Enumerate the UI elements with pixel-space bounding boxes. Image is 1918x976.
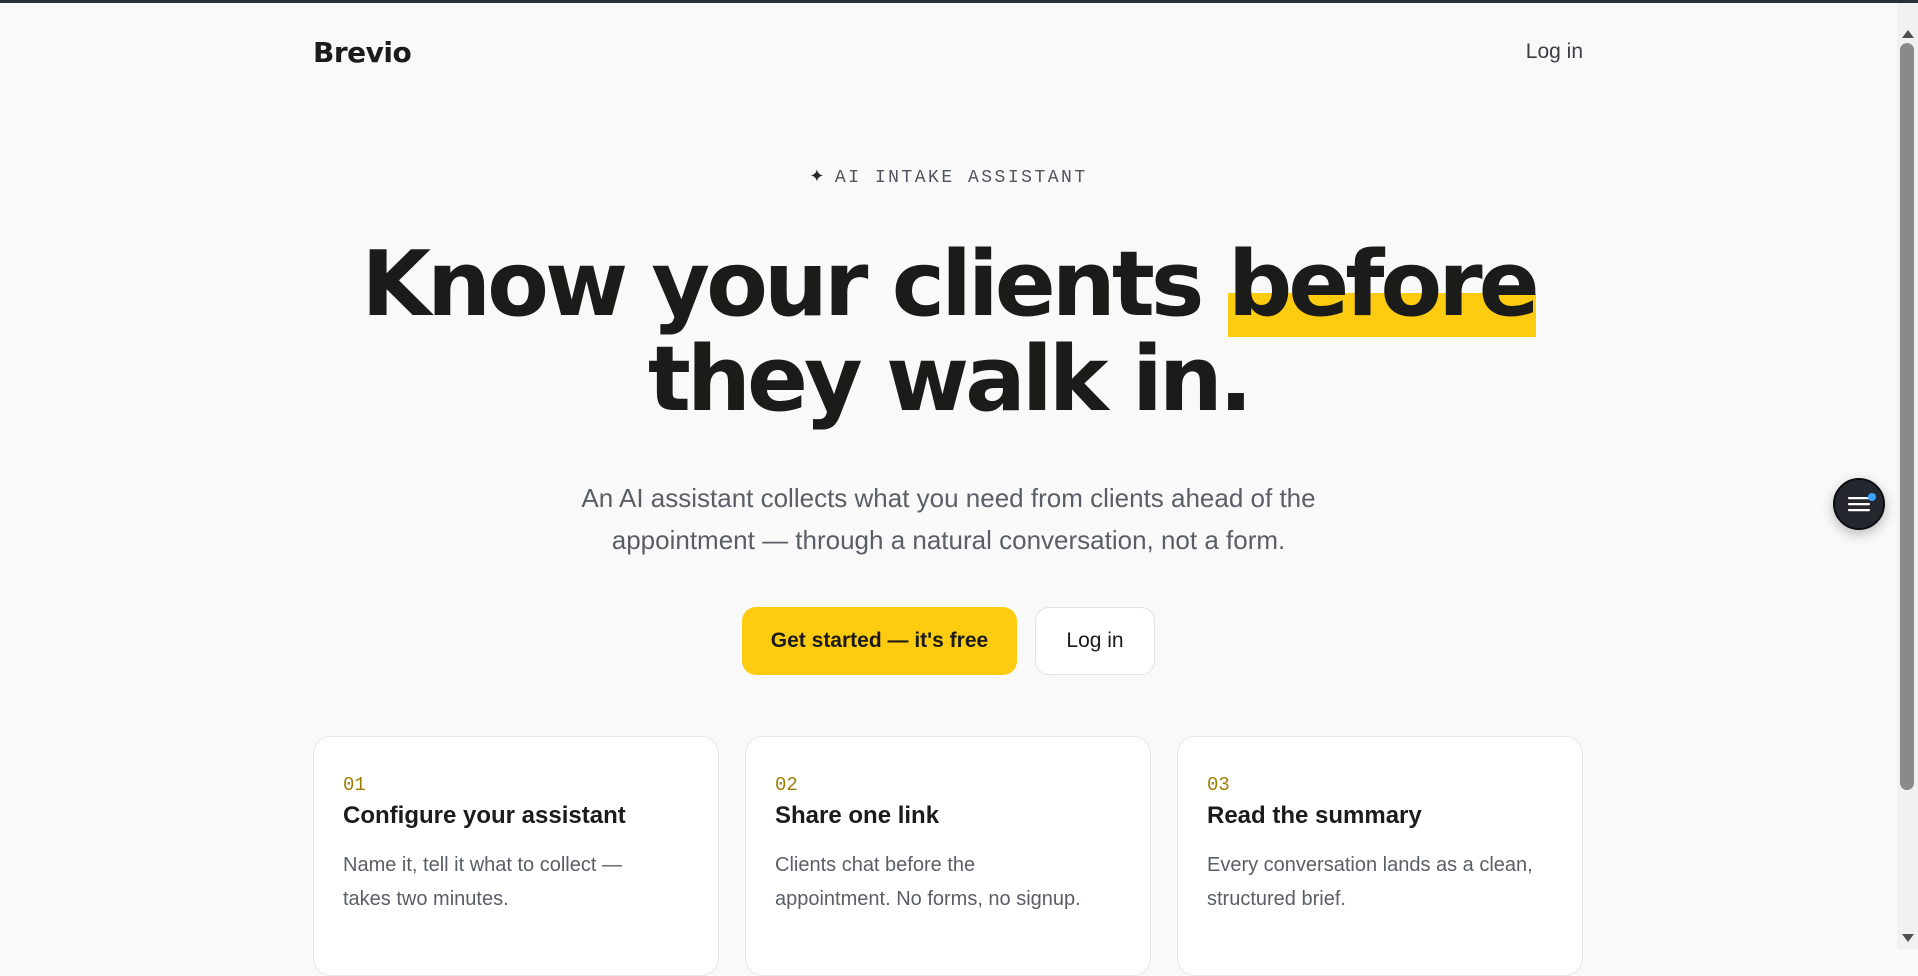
step-card-1: 01 Configure your assistant Name it, tel… xyxy=(313,736,719,976)
step-description-line-2: appointment. No forms, no signup. xyxy=(775,888,1081,910)
step-number: 02 xyxy=(775,774,798,796)
subtitle-line-1: An AI assistant collects what you need f… xyxy=(581,483,1316,513)
page-scrollbar[interactable] xyxy=(1897,3,1918,949)
step-description-line-2: takes two minutes. xyxy=(343,888,509,910)
hero-subtitle: An AI assistant collects what you need f… xyxy=(0,477,1897,561)
headline-highlight: before xyxy=(1227,232,1540,337)
step-number: 01 xyxy=(343,774,366,796)
menu-lines-icon xyxy=(1848,497,1870,512)
sparkle-icon: ✦ xyxy=(809,168,827,188)
step-description-line-1: Every conversation lands as a clean, xyxy=(1207,854,1533,876)
get-started-button[interactable]: Get started — it's free xyxy=(742,607,1017,675)
chat-widget-button[interactable] xyxy=(1833,478,1885,530)
brand-logo[interactable]: Brevio xyxy=(313,36,412,69)
scroll-up-arrow-icon[interactable] xyxy=(1902,30,1914,38)
nav-login-link[interactable]: Log in xyxy=(1526,40,1583,64)
step-description: Clients chat before the appointment. No … xyxy=(775,848,1121,916)
notification-dot xyxy=(1868,493,1876,501)
step-description: Every conversation lands as a clean, str… xyxy=(1207,848,1553,916)
scroll-down-arrow-icon[interactable] xyxy=(1902,934,1914,942)
step-description-line-2: structured brief. xyxy=(1207,888,1346,910)
window-top-border xyxy=(0,0,1918,3)
headline-part-1: Know your clients xyxy=(361,232,1228,337)
step-card-3: 03 Read the summary Every conversation l… xyxy=(1177,736,1583,976)
hero-eyebrow: ✦ AI INTAKE ASSISTANT xyxy=(0,166,1897,188)
step-title: Share one link xyxy=(775,802,940,829)
headline-part-2: they walk in. xyxy=(647,327,1253,432)
step-description-line-1: Clients chat before the xyxy=(775,854,976,876)
scrollbar-thumb[interactable] xyxy=(1900,43,1914,790)
hero-login-button[interactable]: Log in xyxy=(1035,607,1155,675)
step-card-2: 02 Share one link Clients chat before th… xyxy=(745,736,1151,976)
hero-headline: Know your clients before they walk in. xyxy=(0,232,1897,427)
step-description-line-1: Name it, tell it what to collect — xyxy=(343,854,622,876)
step-title: Configure your assistant xyxy=(343,802,626,829)
step-title: Read the summary xyxy=(1207,802,1422,829)
step-description: Name it, tell it what to collect — takes… xyxy=(343,848,689,916)
step-number: 03 xyxy=(1207,774,1230,796)
subtitle-line-2: appointment — through a natural conversa… xyxy=(611,525,1286,555)
eyebrow-label: AI INTAKE ASSISTANT xyxy=(834,168,1088,188)
